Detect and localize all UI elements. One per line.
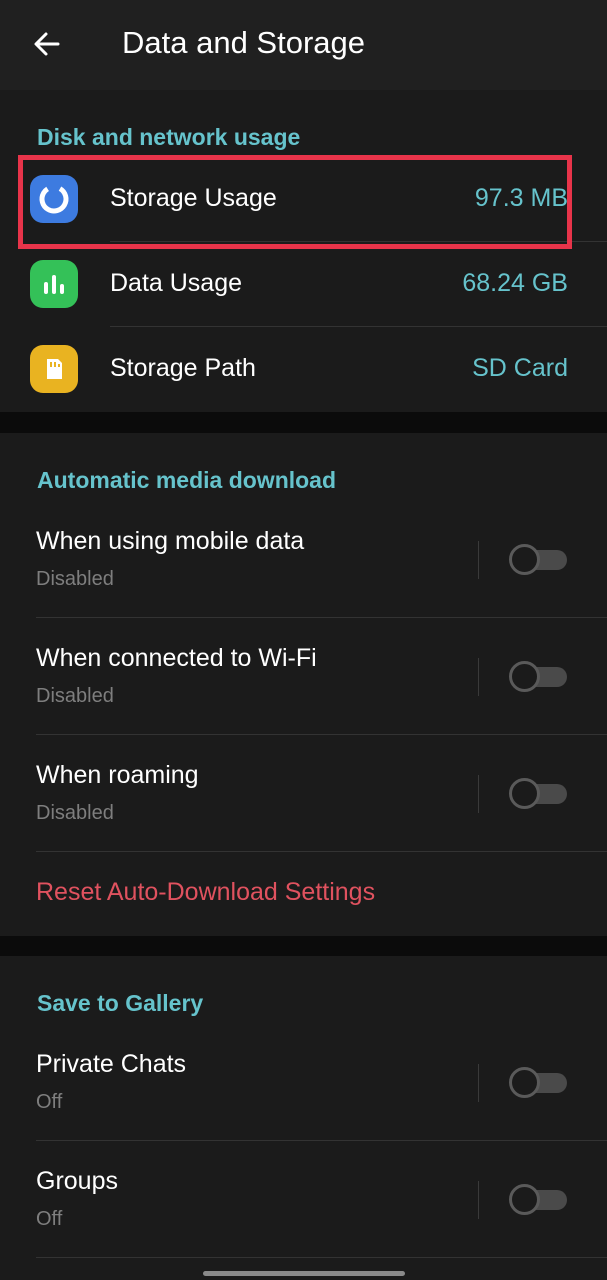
mobile-data-row[interactable]: When using mobile data Disabled bbox=[0, 501, 607, 618]
auto-download-section: Automatic media download When using mobi… bbox=[0, 433, 607, 936]
toggle-knob bbox=[509, 544, 540, 575]
mobile-data-toggle[interactable] bbox=[509, 544, 568, 575]
data-usage-value: 68.24 GB bbox=[462, 269, 568, 297]
highlight-box bbox=[18, 155, 572, 249]
private-chats-toggle[interactable] bbox=[509, 1067, 568, 1098]
save-to-gallery-section: Save to Gallery Private Chats Off Groups… bbox=[0, 956, 607, 1280]
toggle-knob bbox=[509, 1067, 540, 1098]
roaming-label: When roaming bbox=[36, 761, 199, 789]
wifi-toggle[interactable] bbox=[509, 661, 568, 692]
mobile-data-label: When using mobile data bbox=[36, 527, 305, 555]
groups-toggle[interactable] bbox=[509, 1184, 568, 1215]
app-bar: Data and Storage bbox=[0, 0, 607, 90]
back-button[interactable] bbox=[22, 22, 72, 66]
wifi-status: Disabled bbox=[36, 685, 114, 707]
disk-usage-section: Disk and network usage Storage Usage 97.… bbox=[0, 90, 607, 412]
groups-row[interactable]: Groups Off bbox=[0, 1141, 607, 1258]
reset-auto-download-button[interactable]: Reset Auto-Download Settings bbox=[36, 878, 375, 907]
private-chats-label: Private Chats bbox=[36, 1050, 187, 1078]
separator bbox=[478, 775, 479, 813]
storage-path-label: Storage Path bbox=[110, 354, 256, 382]
data-usage-label: Data Usage bbox=[110, 269, 243, 297]
toggle-knob bbox=[509, 661, 540, 692]
toggle-knob bbox=[509, 1184, 540, 1215]
arrow-left-icon bbox=[34, 32, 60, 56]
roaming-status: Disabled bbox=[36, 802, 114, 824]
home-indicator[interactable] bbox=[203, 1271, 405, 1276]
sd-card-icon bbox=[30, 345, 78, 393]
separator bbox=[478, 658, 479, 696]
section-title-disk-usage: Disk and network usage bbox=[37, 124, 301, 150]
groups-label: Groups bbox=[36, 1167, 118, 1195]
groups-status: Off bbox=[36, 1208, 63, 1230]
separator bbox=[478, 1064, 479, 1102]
separator bbox=[478, 541, 479, 579]
roaming-toggle[interactable] bbox=[509, 778, 568, 809]
page-title: Data and Storage bbox=[122, 25, 366, 60]
wifi-row[interactable]: When connected to Wi-Fi Disabled bbox=[0, 618, 607, 735]
toggle-knob bbox=[509, 778, 540, 809]
roaming-row[interactable]: When roaming Disabled bbox=[0, 735, 607, 852]
wifi-label: When connected to Wi-Fi bbox=[36, 644, 317, 672]
storage-path-value: SD Card bbox=[472, 354, 568, 382]
section-title-auto-download: Automatic media download bbox=[37, 467, 337, 493]
divider bbox=[36, 1257, 607, 1258]
private-chats-status: Off bbox=[36, 1091, 63, 1113]
mobile-data-status: Disabled bbox=[36, 568, 114, 590]
divider bbox=[36, 851, 607, 852]
data-usage-icon bbox=[30, 260, 78, 308]
storage-path-row[interactable]: Storage Path SD Card bbox=[0, 327, 607, 412]
section-title-save-to-gallery: Save to Gallery bbox=[37, 990, 204, 1016]
separator bbox=[478, 1181, 479, 1219]
data-usage-row[interactable]: Data Usage 68.24 GB bbox=[0, 242, 607, 327]
private-chats-row[interactable]: Private Chats Off bbox=[0, 1024, 607, 1141]
